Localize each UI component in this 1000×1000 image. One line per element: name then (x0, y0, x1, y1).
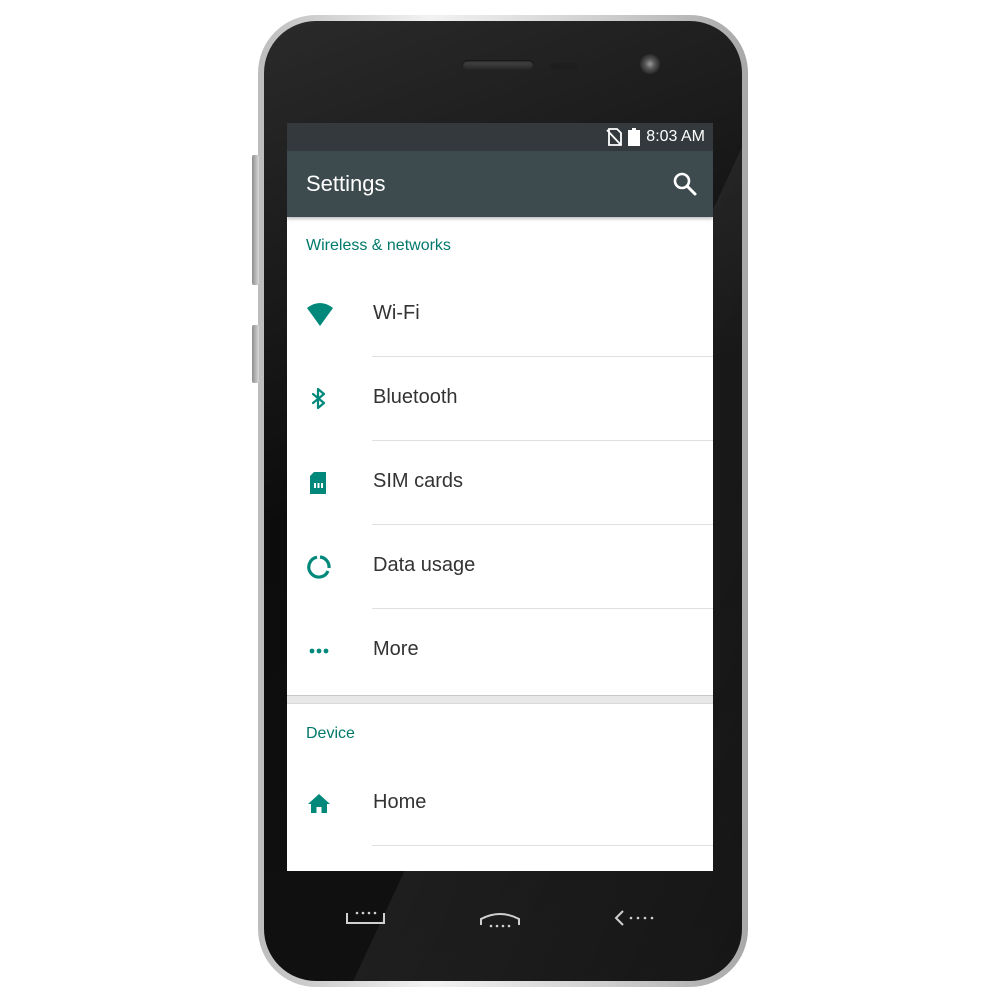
section-header-wireless: Wireless & networks (306, 237, 451, 254)
settings-item-more[interactable]: More (287, 609, 713, 693)
divider (372, 845, 713, 846)
app-bar: Settings (287, 151, 713, 217)
section-separator (287, 695, 713, 704)
settings-item-label: More (373, 638, 419, 660)
section-header-device: Device (306, 725, 355, 742)
settings-item-sim-cards[interactable]: SIM cards (287, 441, 713, 525)
bluetooth-icon (306, 386, 332, 412)
volume-up-button[interactable] (252, 155, 259, 285)
data-usage-icon (306, 554, 332, 580)
proximity-sensor (550, 63, 578, 70)
search-button[interactable] (671, 170, 699, 198)
settings-item-label: Data usage (373, 554, 476, 576)
settings-item-label: SIM cards (373, 470, 464, 492)
back-key[interactable] (612, 905, 656, 931)
earpiece-speaker (462, 60, 534, 70)
settings-item-label: Home (373, 791, 427, 813)
home-key-icon (480, 913, 520, 928)
home-key[interactable] (478, 905, 522, 931)
status-time: 8:03 AM (646, 128, 705, 145)
sim-card-icon (306, 470, 332, 496)
page-title: Settings (306, 171, 386, 196)
no-sim-icon (606, 128, 623, 146)
settings-item-wifi[interactable]: Wi-Fi (287, 273, 713, 357)
home-icon (306, 791, 332, 817)
settings-item-label: Bluetooth (373, 386, 458, 408)
wifi-icon (306, 302, 333, 328)
settings-item-label: Wi-Fi (373, 302, 420, 324)
front-camera-icon (640, 54, 660, 74)
menu-key-icon (346, 911, 385, 924)
search-icon (673, 172, 697, 196)
status-icons: 8:03 AM (606, 127, 705, 147)
status-bar: 8:03 AM (287, 123, 713, 151)
menu-key[interactable] (344, 905, 388, 931)
settings-item-bluetooth[interactable]: Bluetooth (287, 357, 713, 441)
battery-icon (628, 128, 641, 146)
more-dots-icon (306, 638, 332, 664)
settings-item-data-usage[interactable]: Data usage (287, 525, 713, 609)
volume-down-button[interactable] (252, 325, 259, 383)
back-key-icon (614, 910, 654, 926)
phone-screen: 8:03 AM Settings Wireless & networks Wi-… (287, 123, 713, 871)
settings-item-home[interactable]: Home (287, 762, 713, 846)
